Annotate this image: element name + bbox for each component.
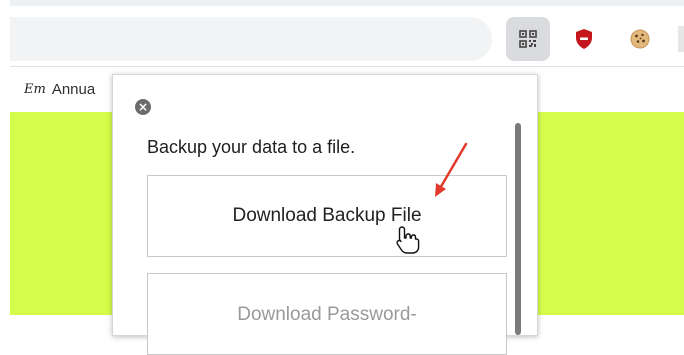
cookie-extension-button[interactable] (618, 17, 662, 61)
qr-code-icon (519, 30, 537, 48)
bookmark-favicon-icon: Em (24, 82, 46, 97)
popup-scrollbar-thumb[interactable] (515, 123, 521, 335)
cookie-icon (630, 29, 650, 49)
popup-heading: Backup your data to a file. (147, 137, 356, 157)
browser-toolbar (0, 0, 684, 66)
extension-popup: × Backup your data to a file. Download B… (112, 74, 538, 355)
address-bar[interactable] (10, 17, 492, 61)
bookmark-label: Annua (51, 81, 96, 98)
shield-icon (576, 29, 592, 49)
tab-strip (10, 0, 684, 6)
window-left-edge (0, 0, 10, 315)
hand-cursor-icon (396, 226, 420, 254)
extension-overflow-edge (678, 26, 684, 52)
annotation-arrow-icon (435, 142, 468, 197)
download-password-button[interactable]: Download Password- (147, 273, 507, 355)
download-backup-label: Download Backup File (232, 205, 422, 226)
shield-extension-button[interactable] (562, 17, 606, 61)
bookmark-annual[interactable]: Em Annua (24, 81, 95, 98)
qr-code-extension-button[interactable] (506, 17, 550, 61)
popup-scrollbar[interactable] (515, 123, 521, 335)
close-icon[interactable]: × (135, 99, 151, 115)
download-password-label: Download Password- (237, 304, 417, 325)
